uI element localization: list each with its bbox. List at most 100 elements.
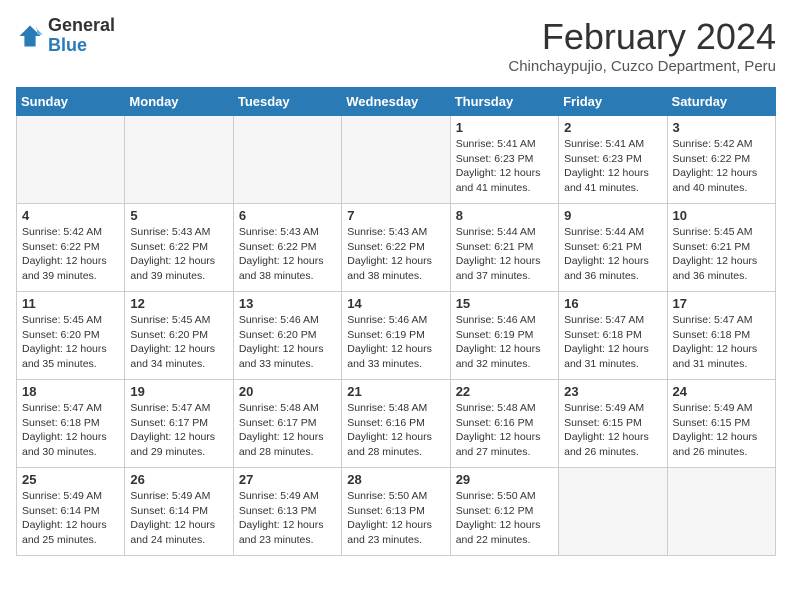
day-number: 27 [239,472,336,487]
day-info: Sunrise: 5:48 AM Sunset: 6:17 PM Dayligh… [239,401,336,460]
day-number: 16 [564,296,661,311]
day-number: 11 [22,296,119,311]
calendar-cell [17,116,125,204]
day-info: Sunrise: 5:49 AM Sunset: 6:13 PM Dayligh… [239,489,336,548]
calendar-cell: 20 Sunrise: 5:48 AM Sunset: 6:17 PM Dayli… [233,380,341,468]
calendar-cell: 27 Sunrise: 5:49 AM Sunset: 6:13 PM Dayli… [233,468,341,556]
header-cell-sunday: Sunday [17,88,125,116]
logo-text: General Blue [48,16,115,56]
day-info: Sunrise: 5:43 AM Sunset: 6:22 PM Dayligh… [239,225,336,284]
day-info: Sunrise: 5:49 AM Sunset: 6:15 PM Dayligh… [564,401,661,460]
calendar-cell: 6 Sunrise: 5:43 AM Sunset: 6:22 PM Daylig… [233,204,341,292]
day-info: Sunrise: 5:44 AM Sunset: 6:21 PM Dayligh… [564,225,661,284]
calendar-cell [233,116,341,204]
title-section: February 2024 Chinchaypujio, Cuzco Depar… [508,16,776,75]
day-number: 25 [22,472,119,487]
calendar-cell: 12Sunrise: 5:45 AM Sunset: 6:20 PM Dayli… [125,292,233,380]
day-info: Sunrise: 5:41 AM Sunset: 6:23 PM Dayligh… [564,137,661,196]
day-number: 20 [239,384,336,399]
logo: General Blue [16,16,115,56]
calendar-cell: 29 Sunrise: 5:50 AM Sunset: 6:12 PM Dayli… [450,468,558,556]
calendar-cell: 25 Sunrise: 5:49 AM Sunset: 6:14 PM Dayli… [17,468,125,556]
page-header: General Blue February 2024 Chinchaypujio… [16,16,776,75]
day-number: 7 [347,208,444,223]
calendar-cell: 4Sunrise: 5:42 AM Sunset: 6:22 PM Daylig… [17,204,125,292]
calendar-cell: 17Sunrise: 5:47 AM Sunset: 6:18 PM Dayli… [667,292,775,380]
calendar-cell: 16 Sunrise: 5:47 AM Sunset: 6:18 PM Dayli… [559,292,667,380]
day-info: Sunrise: 5:49 AM Sunset: 6:14 PM Dayligh… [130,489,227,548]
day-info: Sunrise: 5:49 AM Sunset: 6:14 PM Dayligh… [22,489,119,548]
day-number: 17 [673,296,770,311]
week-row-2: 11 Sunrise: 5:45 AM Sunset: 6:20 PM Dayli… [17,292,776,380]
calendar-cell: 10Sunrise: 5:45 AM Sunset: 6:21 PM Dayli… [667,204,775,292]
day-number: 23 [564,384,661,399]
calendar-cell: 2 Sunrise: 5:41 AM Sunset: 6:23 PM Daylig… [559,116,667,204]
logo-blue-text: Blue [48,36,115,56]
day-number: 19 [130,384,227,399]
header-cell-saturday: Saturday [667,88,775,116]
day-number: 29 [456,472,553,487]
day-number: 1 [456,120,553,135]
day-info: Sunrise: 5:50 AM Sunset: 6:13 PM Dayligh… [347,489,444,548]
calendar-cell: 22 Sunrise: 5:48 AM Sunset: 6:16 PM Dayli… [450,380,558,468]
day-info: Sunrise: 5:42 AM Sunset: 6:22 PM Dayligh… [22,225,119,284]
day-number: 6 [239,208,336,223]
day-info: Sunrise: 5:41 AM Sunset: 6:23 PM Dayligh… [456,137,553,196]
calendar-cell: 9Sunrise: 5:44 AM Sunset: 6:21 PM Daylig… [559,204,667,292]
day-info: Sunrise: 5:49 AM Sunset: 6:15 PM Dayligh… [673,401,770,460]
day-info: Sunrise: 5:45 AM Sunset: 6:21 PM Dayligh… [673,225,770,284]
day-info: Sunrise: 5:46 AM Sunset: 6:19 PM Dayligh… [347,313,444,372]
header-cell-wednesday: Wednesday [342,88,450,116]
day-info: Sunrise: 5:50 AM Sunset: 6:12 PM Dayligh… [456,489,553,548]
day-info: Sunrise: 5:47 AM Sunset: 6:18 PM Dayligh… [22,401,119,460]
calendar-title: February 2024 [508,16,776,58]
calendar-body: 1 Sunrise: 5:41 AM Sunset: 6:23 PM Daylig… [17,116,776,556]
day-number: 21 [347,384,444,399]
day-number: 18 [22,384,119,399]
calendar-cell [342,116,450,204]
calendar-cell: 5Sunrise: 5:43 AM Sunset: 6:22 PM Daylig… [125,204,233,292]
calendar-cell: 3 Sunrise: 5:42 AM Sunset: 6:22 PM Daylig… [667,116,775,204]
calendar-cell [125,116,233,204]
day-info: Sunrise: 5:48 AM Sunset: 6:16 PM Dayligh… [456,401,553,460]
calendar-cell: 23 Sunrise: 5:49 AM Sunset: 6:15 PM Dayli… [559,380,667,468]
header-cell-monday: Monday [125,88,233,116]
header-row: SundayMondayTuesdayWednesdayThursdayFrid… [17,88,776,116]
day-number: 22 [456,384,553,399]
day-info: Sunrise: 5:42 AM Sunset: 6:22 PM Dayligh… [673,137,770,196]
calendar-cell: 13 Sunrise: 5:46 AM Sunset: 6:20 PM Dayli… [233,292,341,380]
logo-general-text: General [48,16,115,36]
week-row-4: 25 Sunrise: 5:49 AM Sunset: 6:14 PM Dayli… [17,468,776,556]
calendar-subtitle: Chinchaypujio, Cuzco Department, Peru [508,58,776,75]
day-number: 15 [456,296,553,311]
calendar-cell: 24 Sunrise: 5:49 AM Sunset: 6:15 PM Dayli… [667,380,775,468]
day-number: 3 [673,120,770,135]
calendar-cell: 1 Sunrise: 5:41 AM Sunset: 6:23 PM Daylig… [450,116,558,204]
header-cell-friday: Friday [559,88,667,116]
calendar-cell: 28Sunrise: 5:50 AM Sunset: 6:13 PM Dayli… [342,468,450,556]
day-info: Sunrise: 5:46 AM Sunset: 6:19 PM Dayligh… [456,313,553,372]
calendar-cell: 21Sunrise: 5:48 AM Sunset: 6:16 PM Dayli… [342,380,450,468]
day-number: 2 [564,120,661,135]
calendar-cell: 19 Sunrise: 5:47 AM Sunset: 6:17 PM Dayli… [125,380,233,468]
day-info: Sunrise: 5:47 AM Sunset: 6:17 PM Dayligh… [130,401,227,460]
week-row-0: 1 Sunrise: 5:41 AM Sunset: 6:23 PM Daylig… [17,116,776,204]
day-info: Sunrise: 5:46 AM Sunset: 6:20 PM Dayligh… [239,313,336,372]
day-info: Sunrise: 5:47 AM Sunset: 6:18 PM Dayligh… [564,313,661,372]
calendar-cell: 8Sunrise: 5:44 AM Sunset: 6:21 PM Daylig… [450,204,558,292]
day-number: 5 [130,208,227,223]
header-cell-tuesday: Tuesday [233,88,341,116]
calendar-table: SundayMondayTuesdayWednesdayThursdayFrid… [16,87,776,556]
week-row-1: 4Sunrise: 5:42 AM Sunset: 6:22 PM Daylig… [17,204,776,292]
day-info: Sunrise: 5:43 AM Sunset: 6:22 PM Dayligh… [347,225,444,284]
calendar-cell [559,468,667,556]
day-number: 12 [130,296,227,311]
day-info: Sunrise: 5:45 AM Sunset: 6:20 PM Dayligh… [22,313,119,372]
day-number: 24 [673,384,770,399]
week-row-3: 18 Sunrise: 5:47 AM Sunset: 6:18 PM Dayli… [17,380,776,468]
calendar-header: SundayMondayTuesdayWednesdayThursdayFrid… [17,88,776,116]
calendar-cell: 14Sunrise: 5:46 AM Sunset: 6:19 PM Dayli… [342,292,450,380]
day-number: 8 [456,208,553,223]
day-number: 13 [239,296,336,311]
day-number: 26 [130,472,227,487]
